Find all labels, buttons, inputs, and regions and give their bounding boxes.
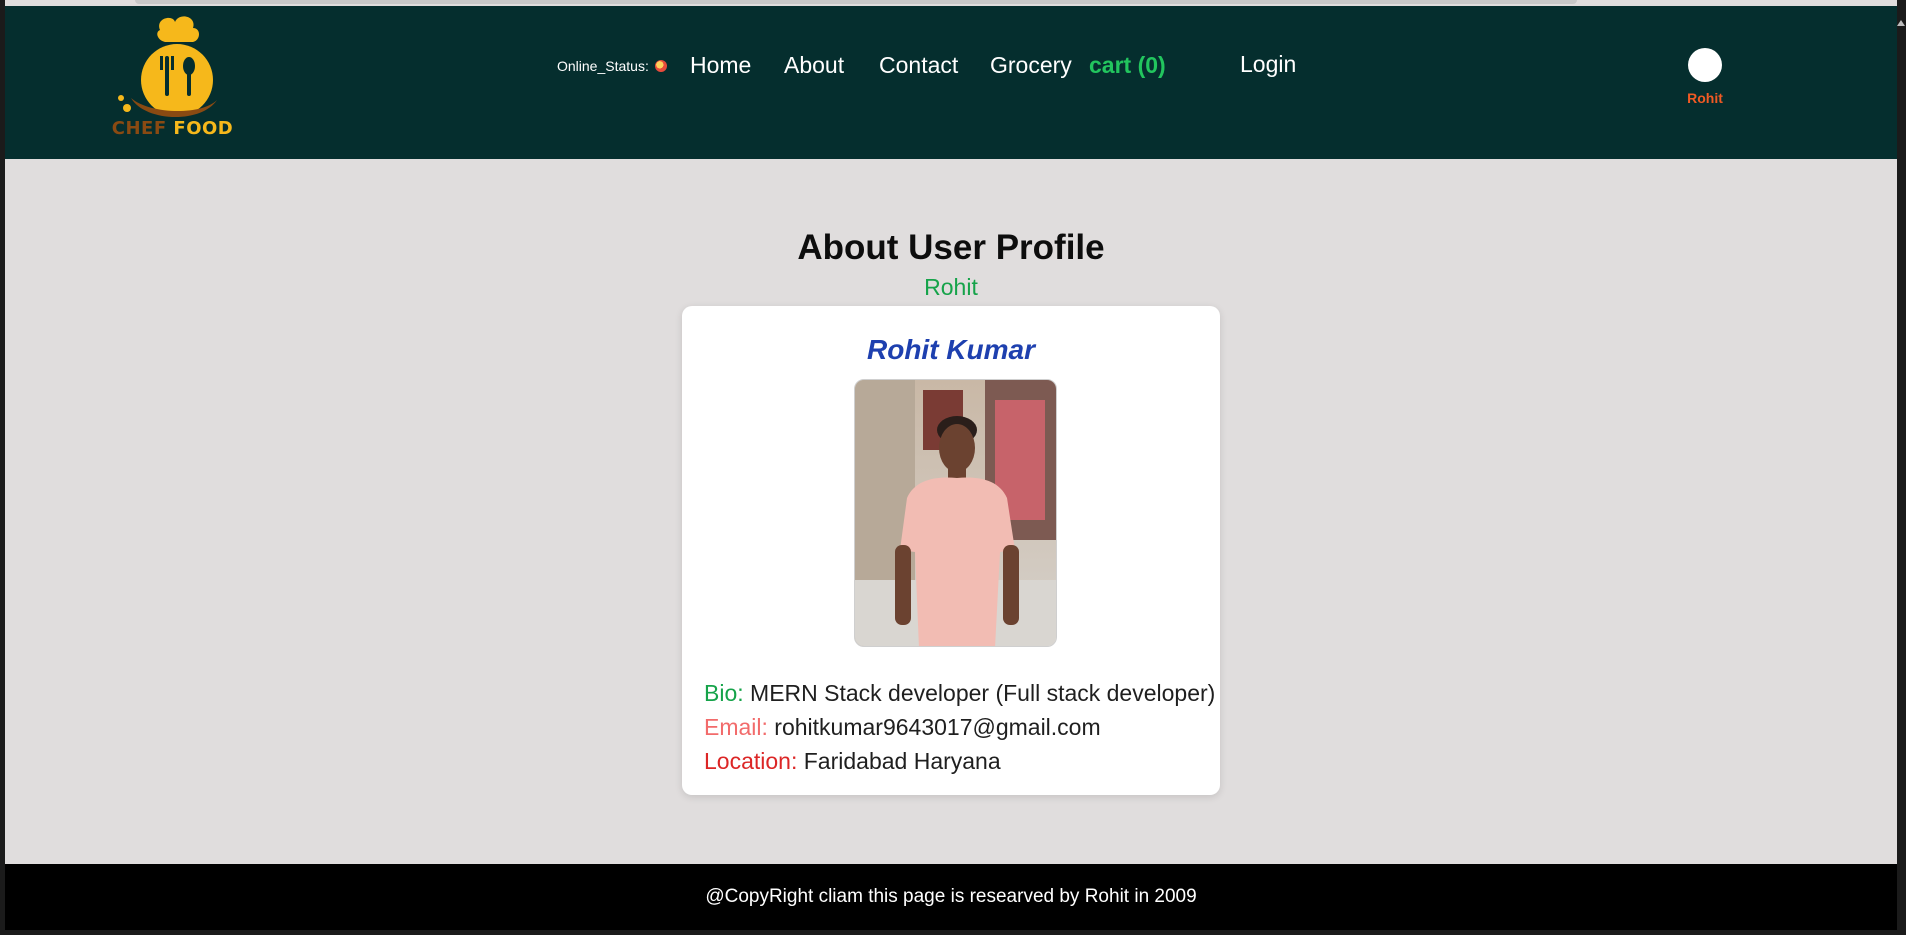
footer-copyright: @CopyRight cliam this page is researved …	[705, 886, 1197, 907]
login-button[interactable]: Login	[1240, 51, 1296, 78]
user-avatar-name: Rohit	[1687, 90, 1723, 106]
profile-card: Rohit Kumar Bio: MERN Stack developer (F…	[682, 306, 1220, 795]
page-title: About User Profile	[797, 228, 1105, 267]
profile-info: Bio: MERN Stack developer (Full stack de…	[704, 676, 1215, 778]
online-status-icon	[654, 60, 667, 72]
logo-wordmark: CHEF FOOD	[111, 118, 234, 139]
browser-top-edge	[135, 0, 1577, 4]
site-footer: @CopyRight cliam this page is researved …	[5, 864, 1897, 930]
scroll-up-arrow-icon[interactable]	[1897, 20, 1905, 26]
location-row: Location: Faridabad Haryana	[704, 744, 1215, 778]
user-avatar[interactable]	[1688, 48, 1722, 82]
site-header: CHEF FOOD Online_Status: Home About Cont…	[5, 6, 1897, 159]
email-value: rohitkumar9643017@gmail.com	[774, 714, 1101, 740]
email-row: Email: rohitkumar9643017@gmail.com	[704, 710, 1215, 744]
location-value: Faridabad Haryana	[803, 748, 1001, 774]
profile-photo	[854, 379, 1057, 647]
bio-row: Bio: MERN Stack developer (Full stack de…	[704, 676, 1215, 710]
profile-name: Rohit Kumar	[867, 334, 1035, 365]
nav-home-link[interactable]: Home	[690, 52, 751, 79]
nav-contact-link[interactable]: Contact	[879, 52, 958, 79]
location-label: Location:	[704, 748, 798, 774]
app-frame: CHEF FOOD Online_Status: Home About Cont…	[5, 0, 1897, 930]
scrollbar[interactable]	[1897, 0, 1906, 935]
online-status-label: Online_Status:	[557, 58, 649, 74]
online-status: Online_Status:	[557, 58, 667, 74]
page-subtitle: Rohit	[924, 274, 978, 300]
email-label: Email:	[704, 714, 768, 740]
bio-label: Bio:	[704, 680, 744, 706]
nav-grocery-link[interactable]: Grocery	[990, 52, 1072, 79]
nav-about-link[interactable]: About	[784, 52, 844, 79]
nav-cart-link[interactable]: cart (0)	[1089, 52, 1166, 79]
bio-value: MERN Stack developer (Full stack develop…	[750, 680, 1216, 706]
